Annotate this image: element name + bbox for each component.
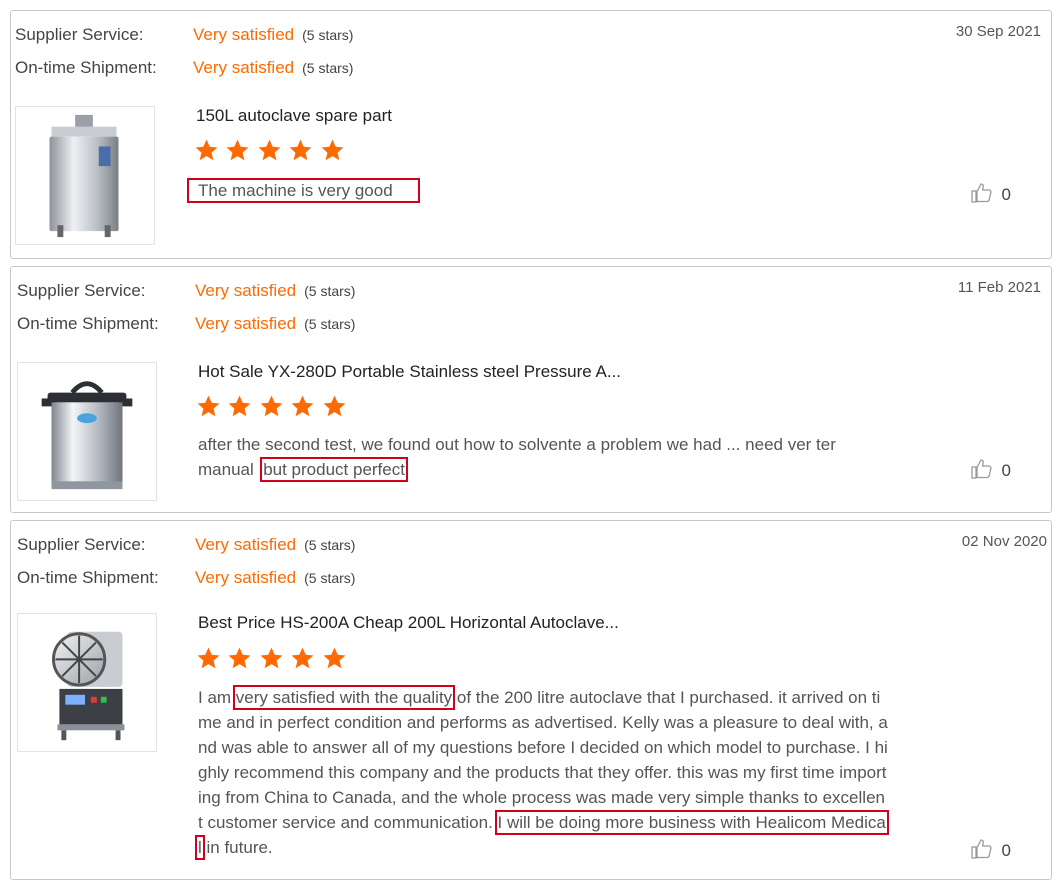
supplier-service-text: Very satisfied — [193, 25, 295, 44]
review-date: 30 Sep 2021 — [955, 23, 1041, 40]
ontime-shipment-rating: Very satisfied (5 stars) — [193, 58, 353, 78]
supplier-service-label: Supplier Service: — [17, 535, 146, 554]
review-text: The machine is very good — [187, 178, 888, 203]
ontime-shipment-stars-note: (5 stars) — [304, 316, 356, 332]
star-icon — [229, 395, 251, 417]
like-count: 0 — [1001, 461, 1011, 480]
highlighted-phrase: but product perfect — [260, 457, 408, 482]
like-button[interactable]: 0 — [970, 457, 1011, 481]
star-icon — [229, 647, 251, 669]
ontime-shipment-label: On-time Shipment: — [17, 314, 159, 333]
star-rating — [196, 394, 349, 422]
review-card: Supplier Service: Very satisfied (5 stars… — [10, 266, 1052, 513]
star-icon — [323, 395, 346, 417]
ontime-shipment-text: Very satisfied — [195, 568, 297, 587]
ontime-shipment-text: Very satisfied — [195, 314, 297, 333]
thumbs-up-icon — [970, 183, 992, 203]
ontime-shipment-rating: Very satisfied (5 stars) — [195, 314, 355, 334]
ontime-shipment-stars-note: (5 stars) — [304, 570, 356, 586]
product-thumbnail[interactable] — [17, 613, 157, 752]
star-icon — [197, 395, 220, 417]
ontime-shipment-label: On-time Shipment: — [17, 568, 159, 587]
supplier-service-label: Supplier Service: — [15, 25, 144, 44]
star-icon — [321, 139, 344, 161]
review-text: after the second test, we found out how … — [198, 432, 888, 482]
highlighted-phrase: The machine is very good — [187, 178, 420, 203]
product-title-link[interactable]: 150L autoclave spare part — [196, 106, 392, 126]
star-icon — [197, 647, 220, 669]
star-icon — [227, 139, 249, 161]
supplier-service-stars-note: (5 stars) — [304, 537, 356, 553]
review-text-part: of the 200 litre autoclave that I purcha… — [198, 688, 888, 832]
product-thumbnail[interactable] — [15, 106, 155, 245]
supplier-service-rating: Very satisfied (5 stars) — [193, 25, 353, 45]
supplier-service-rating: Very satisfied (5 stars) — [195, 281, 355, 301]
star-rating — [194, 138, 347, 166]
review-date: 02 Nov 2020 — [961, 533, 1047, 550]
like-count: 0 — [1001, 841, 1011, 860]
vertical-autoclave-image — [49, 114, 119, 238]
product-title-link[interactable]: Hot Sale YX-280D Portable Stainless stee… — [198, 362, 621, 382]
star-rating — [196, 646, 349, 674]
ontime-shipment-label: On-time Shipment: — [15, 58, 157, 77]
product-thumbnail[interactable] — [17, 362, 157, 501]
star-icon — [260, 395, 283, 417]
like-button[interactable]: 0 — [970, 181, 1011, 205]
thumbs-up-icon — [970, 459, 992, 479]
like-button[interactable]: 0 — [970, 837, 1011, 861]
product-title-link[interactable]: Best Price HS-200A Cheap 200L Horizontal… — [198, 613, 619, 633]
review-text-part: I am — [198, 688, 236, 707]
review-text-part: in future. — [201, 838, 273, 857]
review-card: Supplier Service: Very satisfied (5 stars… — [10, 10, 1052, 259]
horizontal-autoclave-image — [52, 631, 125, 741]
portable-autoclave-image — [41, 381, 133, 490]
like-count: 0 — [1001, 185, 1011, 204]
review-text: I am very satisfied with the quality of … — [195, 685, 889, 860]
star-icon — [289, 139, 312, 161]
star-icon — [258, 139, 281, 161]
supplier-service-rating: Very satisfied (5 stars) — [195, 535, 355, 555]
supplier-service-text: Very satisfied — [195, 281, 297, 300]
star-icon — [323, 647, 346, 669]
supplier-service-stars-note: (5 stars) — [304, 283, 356, 299]
ontime-shipment-text: Very satisfied — [193, 58, 295, 77]
review-card: Supplier Service: Very satisfied (5 stars… — [10, 520, 1052, 880]
star-icon — [195, 139, 218, 161]
supplier-service-stars-note: (5 stars) — [302, 27, 354, 43]
ontime-shipment-stars-note: (5 stars) — [302, 60, 354, 76]
review-date: 11 Feb 2021 — [957, 279, 1041, 296]
supplier-service-label: Supplier Service: — [17, 281, 146, 300]
star-icon — [291, 395, 314, 417]
supplier-service-text: Very satisfied — [195, 535, 297, 554]
highlighted-phrase: very satisfied with the quality — [232, 685, 456, 710]
star-icon — [291, 647, 314, 669]
star-icon — [260, 647, 283, 669]
ontime-shipment-rating: Very satisfied (5 stars) — [195, 568, 355, 588]
thumbs-up-icon — [970, 839, 992, 859]
